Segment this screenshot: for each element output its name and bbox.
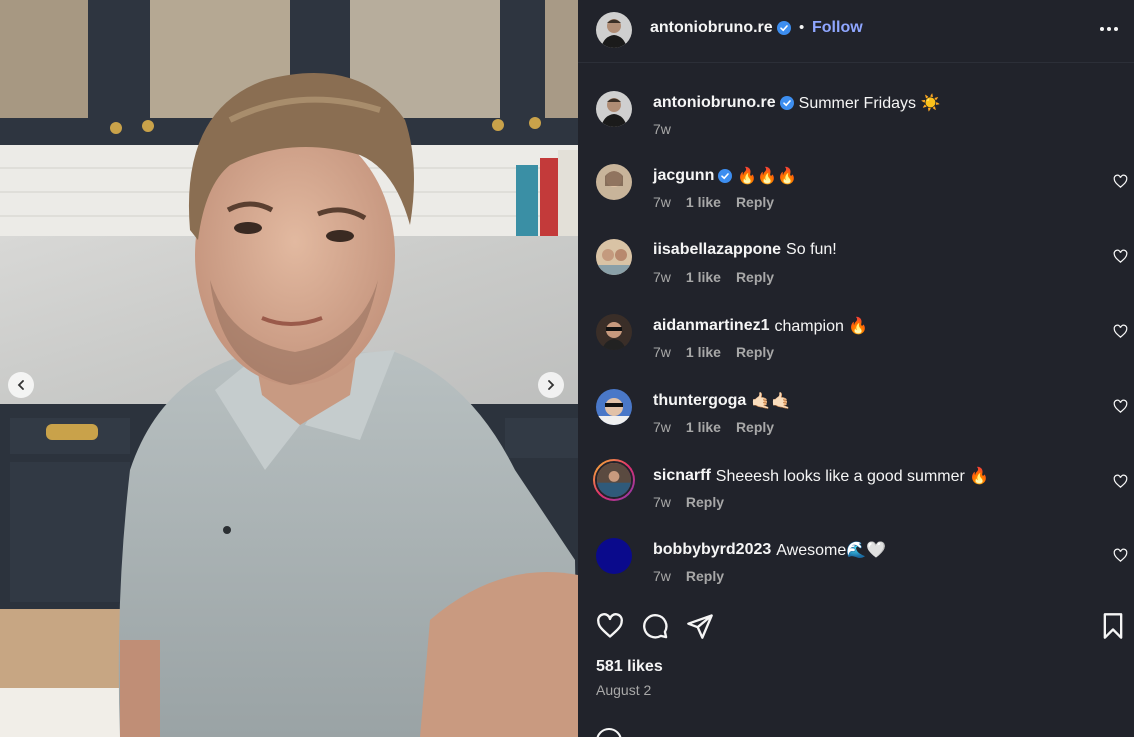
comment-item: aidanmartinez1 champion 🔥 7w 1 like Repl… xyxy=(578,314,1134,384)
comment-item: iisabellazappone So fun! 7w 1 like Reply xyxy=(578,239,1134,309)
comment-username[interactable]: bobbybyrd2023 xyxy=(653,541,771,559)
comment-username[interactable]: sicnarff xyxy=(653,467,711,485)
comment-time[interactable]: 7w xyxy=(653,494,671,510)
commenter-avatar[interactable] xyxy=(596,164,632,200)
verified-badge-icon xyxy=(718,169,733,183)
caption-text: Summer Fridays ☀️ xyxy=(798,95,941,112)
commenter-avatar[interactable] xyxy=(596,314,632,350)
commenter-avatar-story-ring[interactable] xyxy=(593,459,635,501)
reply-button[interactable]: Reply xyxy=(686,568,724,584)
caption-username[interactable]: antoniobruno.re xyxy=(653,94,776,112)
comment-item: sicnarff Sheeesh looks like a good summe… xyxy=(578,459,1134,534)
comment-text: So fun! xyxy=(786,241,837,258)
author-avatar[interactable] xyxy=(596,12,632,48)
heart-icon[interactable] xyxy=(1113,548,1128,563)
commenter-avatar[interactable] xyxy=(596,538,632,574)
header-divider xyxy=(578,62,1134,63)
comment-item: jacgunn 🔥🔥🔥 7w 1 like Reply xyxy=(578,164,1134,234)
comment-text: Awesome🌊🤍 xyxy=(776,542,887,559)
post-side-panel: antoniobruno.re • Follow antoniobruno.re xyxy=(578,0,1134,737)
comment-time[interactable]: 7w xyxy=(653,269,671,285)
heart-icon[interactable] xyxy=(596,612,624,640)
comment-icon[interactable] xyxy=(641,612,669,640)
comment-text: 🔥🔥🔥 xyxy=(737,168,798,185)
heart-icon[interactable] xyxy=(1113,474,1128,489)
reply-button[interactable]: Reply xyxy=(686,494,724,510)
comment-text: Sheeesh looks like a good summer 🔥 xyxy=(715,468,990,485)
next-image-button[interactable] xyxy=(538,372,564,398)
post-header: antoniobruno.re • Follow xyxy=(578,0,1134,62)
bookmark-icon[interactable] xyxy=(1099,612,1127,640)
post-caption: antoniobruno.re Summer Fridays ☀️ 7w xyxy=(578,91,1134,161)
post-photo[interactable] xyxy=(0,0,578,737)
comment-text: 🤙🏻🤙🏻 xyxy=(751,393,792,410)
send-icon[interactable] xyxy=(686,612,714,640)
comment-time[interactable]: 7w xyxy=(653,419,671,435)
reply-button[interactable]: Reply xyxy=(736,269,774,285)
verified-badge-icon xyxy=(776,21,791,35)
comment-likes[interactable]: 1 like xyxy=(686,419,721,435)
comment-text: champion 🔥 xyxy=(774,318,869,335)
comment-likes[interactable]: 1 like xyxy=(686,269,721,285)
reply-button[interactable]: Reply xyxy=(736,344,774,360)
commenter-avatar[interactable] xyxy=(596,239,632,275)
comment-time[interactable]: 7w xyxy=(653,194,671,210)
selfie-image xyxy=(0,0,578,737)
heart-icon[interactable] xyxy=(1113,399,1128,414)
heart-icon[interactable] xyxy=(1113,174,1128,189)
chevron-right-icon xyxy=(548,380,555,390)
commenter-avatar[interactable] xyxy=(596,389,632,425)
emoji-icon[interactable] xyxy=(596,728,622,737)
comment-username[interactable]: jacgunn xyxy=(653,167,714,185)
more-options-icon[interactable] xyxy=(1100,27,1118,31)
chevron-left-icon xyxy=(17,380,24,390)
separator-dot: • xyxy=(799,19,805,36)
previous-image-button[interactable] xyxy=(8,372,34,398)
comment-username[interactable]: aidanmartinez1 xyxy=(653,317,769,335)
author-username-link[interactable]: antoniobruno.re xyxy=(650,19,791,37)
comment-time[interactable]: 7w xyxy=(653,568,671,584)
post-action-bar xyxy=(578,610,1134,644)
verified-badge-icon xyxy=(779,96,794,110)
author-username[interactable]: antoniobruno.re xyxy=(650,19,773,37)
likes-count[interactable]: 581 likes xyxy=(596,658,663,676)
comment-likes[interactable]: 1 like xyxy=(686,344,721,360)
follow-button[interactable]: Follow xyxy=(812,19,863,37)
comment-username[interactable]: iisabellazappone xyxy=(653,241,781,259)
post-date: August 2 xyxy=(596,682,652,698)
comment-item: bobbybyrd2023 Awesome🌊🤍 7w Reply xyxy=(578,538,1134,608)
comment-likes[interactable]: 1 like xyxy=(686,194,721,210)
author-avatar[interactable] xyxy=(596,91,632,127)
comment-item: thuntergoga 🤙🏻🤙🏻 7w 1 like Reply xyxy=(578,389,1134,459)
comment-time[interactable]: 7w xyxy=(653,344,671,360)
reply-button[interactable]: Reply xyxy=(736,419,774,435)
caption-time[interactable]: 7w xyxy=(653,121,671,137)
heart-icon[interactable] xyxy=(1113,249,1128,264)
heart-icon[interactable] xyxy=(1113,324,1128,339)
comment-username[interactable]: thuntergoga xyxy=(653,392,746,410)
reply-button[interactable]: Reply xyxy=(736,194,774,210)
